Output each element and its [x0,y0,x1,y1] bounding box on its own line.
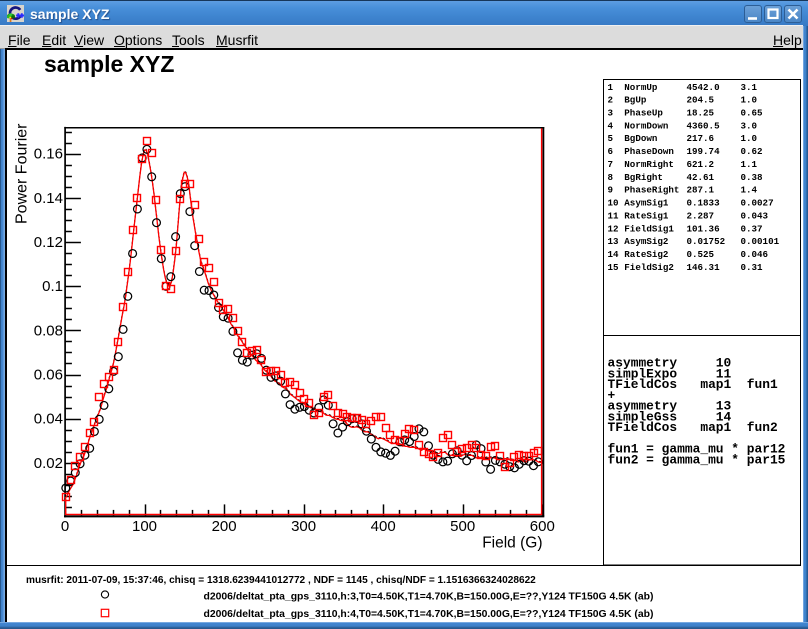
svg-text:0.046: 0.046 [741,249,769,260]
svg-text:FieldSig1: FieldSig1 [624,223,674,234]
svg-text:0.38: 0.38 [741,172,764,183]
svg-text:4: 4 [608,120,614,131]
svg-text:1: 1 [608,82,614,93]
svg-text:AsymSig2: AsymSig2 [624,236,668,247]
svg-text:0.31: 0.31 [741,262,764,273]
svg-text:Power Fourier: Power Fourier [14,123,31,224]
svg-text:0.02: 0.02 [34,455,63,472]
svg-text:BgUp: BgUp [624,95,647,106]
svg-text:PhaseRight: PhaseRight [624,185,679,196]
svg-text:NormRight: NormRight [624,159,674,170]
svg-text:0.06: 0.06 [34,367,63,384]
svg-text:PhaseDown: PhaseDown [624,146,674,157]
svg-text:0.043: 0.043 [741,210,769,221]
svg-text:12: 12 [608,223,619,234]
svg-text:4360.5: 4360.5 [687,120,721,131]
svg-text:199.74: 199.74 [687,146,721,157]
svg-text:3: 3 [608,108,614,119]
svg-text:200: 200 [212,518,237,535]
svg-text:0.37: 0.37 [741,223,763,234]
svg-text:621.2: 621.2 [687,159,715,170]
svg-text:0.08: 0.08 [34,322,63,339]
svg-text:0.0027: 0.0027 [741,198,774,209]
svg-text:400: 400 [371,518,396,535]
svg-text:146.31: 146.31 [687,262,721,273]
svg-text:217.6: 217.6 [687,133,715,144]
svg-text:TFieldCos map1 fun1: TFieldCos map1 fun1 [608,377,778,392]
svg-text:fun2 = gamma_mu * par15: fun2 = gamma_mu * par15 [608,453,786,468]
svg-text:d2006/deltat_pta_gps_3110,h:4,: d2006/deltat_pta_gps_3110,h:4,T0=4.50K,T… [204,609,654,620]
svg-text:15: 15 [608,262,620,273]
svg-text:18.25: 18.25 [687,108,715,119]
svg-text:204.5: 204.5 [687,95,715,106]
svg-text:100: 100 [132,518,157,535]
svg-text:1.0: 1.0 [741,133,758,144]
svg-text:RateSig2: RateSig2 [624,249,668,260]
svg-text:11: 11 [608,210,620,221]
svg-text:NormDown: NormDown [624,120,668,131]
svg-text:0.14: 0.14 [34,190,63,207]
svg-text:1.4: 1.4 [741,185,758,196]
svg-text:6: 6 [608,146,614,157]
svg-text:300: 300 [291,518,316,535]
svg-text:d2006/deltat_pta_gps_3110,h:3,: d2006/deltat_pta_gps_3110,h:3,T0=4.50K,T… [204,592,654,603]
svg-text:42.61: 42.61 [687,172,715,183]
svg-text:13: 13 [608,236,620,247]
svg-text:0.62: 0.62 [741,146,763,157]
svg-text:0.525: 0.525 [687,249,715,260]
svg-text:RateSig1: RateSig1 [624,210,669,221]
svg-text:TFieldCos map1 fun2: TFieldCos map1 fun2 [608,420,778,435]
svg-text:sample XYZ: sample XYZ [44,51,174,77]
svg-text:101.36: 101.36 [687,223,720,234]
svg-text:0.1833: 0.1833 [687,198,721,209]
svg-text:musrfit: 2011-07-09, 15:37:46,: musrfit: 2011-07-09, 15:37:46, chisq = 1… [26,575,536,586]
svg-text:2: 2 [608,95,614,106]
svg-text:0.1: 0.1 [42,278,63,295]
svg-text:BgDown: BgDown [624,133,657,144]
svg-text:PhaseUp: PhaseUp [624,108,663,119]
svg-text:8: 8 [608,172,614,183]
svg-text:BgRight: BgRight [624,172,663,183]
svg-text:14: 14 [608,249,620,260]
svg-text:NormUp: NormUp [624,82,658,93]
svg-text:1.0: 1.0 [741,95,758,106]
svg-text:AsymSig1: AsymSig1 [624,198,669,209]
svg-text:500: 500 [450,518,475,535]
svg-text:0.16: 0.16 [34,146,63,163]
svg-text:3.1: 3.1 [741,82,758,93]
svg-text:0.65: 0.65 [741,108,764,119]
svg-text:7: 7 [608,159,614,170]
svg-text:0.04: 0.04 [34,411,63,428]
svg-text:0.00101: 0.00101 [741,236,780,247]
svg-text:287.1: 287.1 [687,185,715,196]
svg-text:FieldSig2: FieldSig2 [624,262,674,273]
svg-text:600: 600 [530,518,555,535]
svg-text:3.0: 3.0 [741,120,758,131]
svg-text:Field (G): Field (G) [482,535,542,552]
svg-text:2.287: 2.287 [687,210,715,221]
svg-text:9: 9 [608,185,614,196]
svg-text:10: 10 [608,198,619,209]
svg-text:4542.0: 4542.0 [687,82,720,93]
svg-text:0.12: 0.12 [34,234,63,251]
svg-text:5: 5 [608,133,614,144]
svg-text:0.01752: 0.01752 [687,236,726,247]
svg-text:1.1: 1.1 [741,159,758,170]
svg-text:0: 0 [61,518,69,535]
